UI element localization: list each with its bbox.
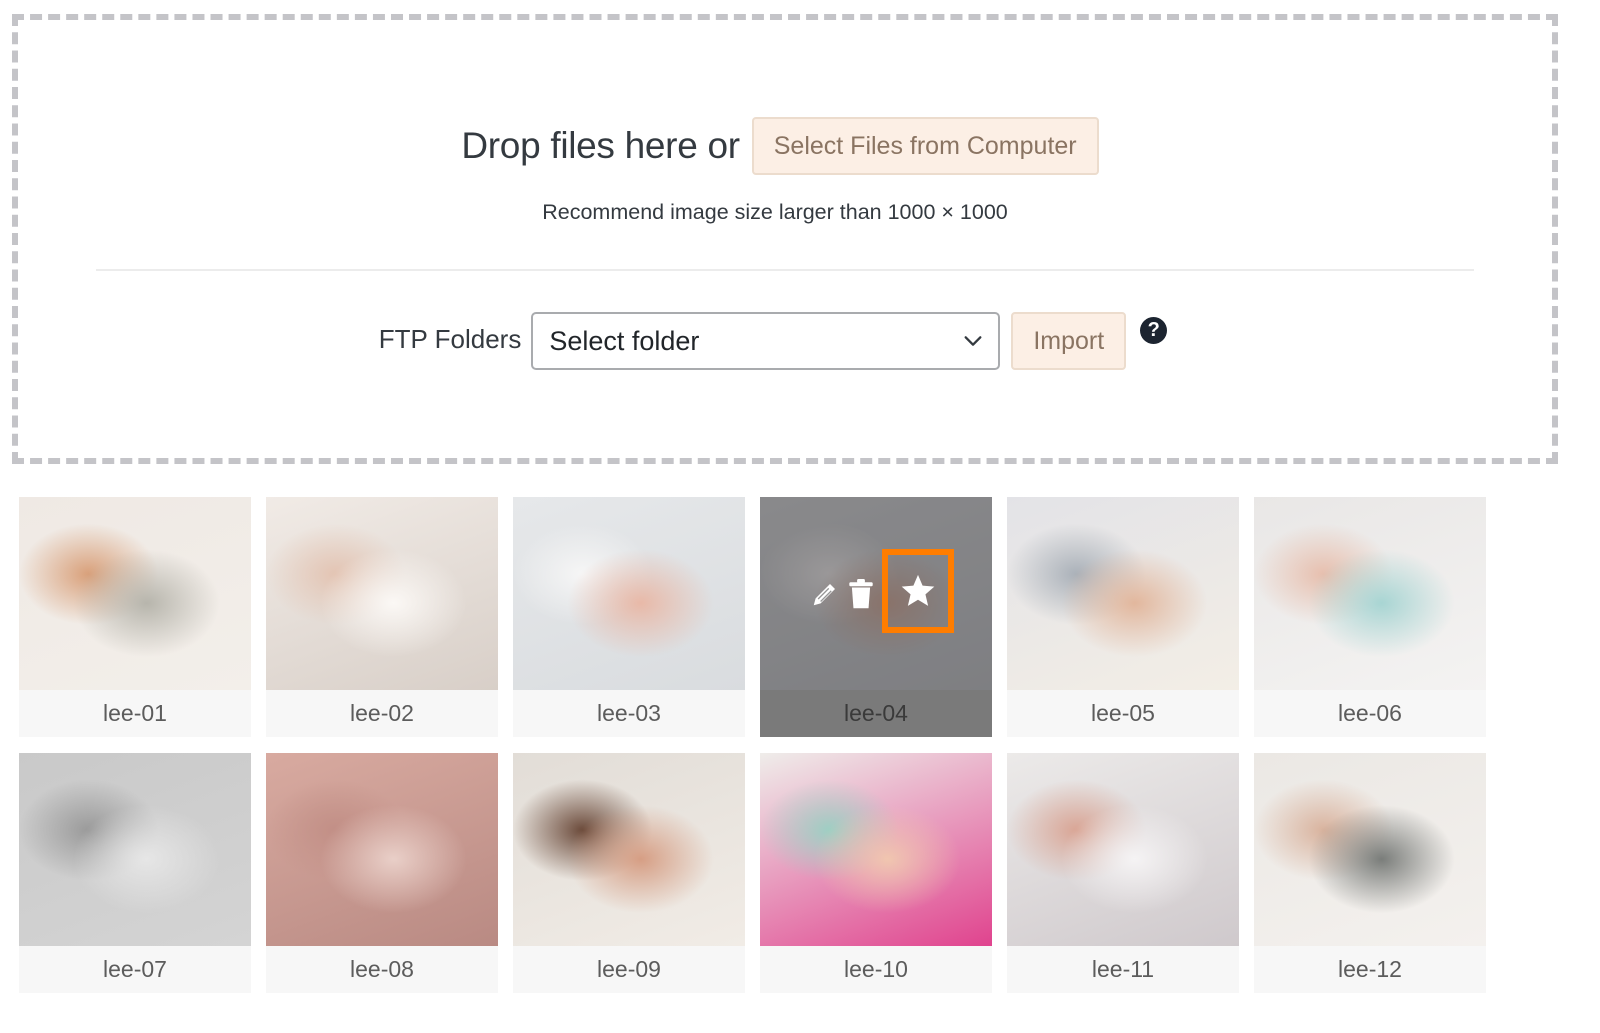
thumbnail-image[interactable] bbox=[1007, 497, 1239, 690]
select-files-button[interactable]: Select Files from Computer bbox=[751, 117, 1099, 175]
import-button[interactable]: Import bbox=[1011, 312, 1127, 370]
chevron-down-icon bbox=[964, 336, 982, 346]
thumbnail-image[interactable] bbox=[19, 497, 251, 690]
thumbnail-caption: lee-09 bbox=[513, 946, 745, 993]
thumbnail-image[interactable] bbox=[1007, 753, 1239, 946]
question-circle-icon[interactable]: ? bbox=[1140, 316, 1168, 344]
gallery-item[interactable]: lee-09 bbox=[513, 753, 745, 993]
image-size-recommendation: Recommend image size larger than 1000 × … bbox=[542, 200, 1008, 224]
gallery-item[interactable]: lee-02 bbox=[266, 497, 498, 737]
gallery-item[interactable]: lee-07 bbox=[19, 753, 251, 993]
favorite-star-button[interactable] bbox=[882, 548, 954, 633]
ftp-folders-row: FTP Folders Select folder Import ? bbox=[18, 312, 1552, 370]
thumbnail-caption: lee-01 bbox=[19, 690, 251, 737]
gallery-item[interactable]: lee-05 bbox=[1007, 497, 1239, 737]
thumbnail-caption: lee-11 bbox=[1007, 946, 1239, 993]
thumbnail-image[interactable] bbox=[1254, 497, 1486, 690]
star-icon bbox=[901, 574, 935, 606]
file-drop-zone[interactable]: Drop files here or Select Files from Com… bbox=[12, 14, 1558, 464]
gallery-item[interactable]: lee-06 bbox=[1254, 497, 1486, 737]
thumbnail-caption: lee-12 bbox=[1254, 946, 1486, 993]
thumbnail-caption: lee-03 bbox=[513, 690, 745, 737]
thumbnail-caption: lee-04 bbox=[760, 690, 992, 737]
ftp-folders-label: FTP Folders bbox=[378, 323, 522, 354]
folder-select[interactable]: Select folder bbox=[531, 312, 1001, 370]
thumbnail-image[interactable] bbox=[513, 753, 745, 946]
gallery-item[interactable]: lee-04 bbox=[760, 497, 992, 737]
thumbnail-image[interactable] bbox=[266, 753, 498, 946]
gallery-item[interactable]: lee-11 bbox=[1007, 753, 1239, 993]
thumbnail-image[interactable] bbox=[266, 497, 498, 690]
gallery-item[interactable]: lee-10 bbox=[760, 753, 992, 993]
thumbnail-caption: lee-05 bbox=[1007, 690, 1239, 737]
gallery-item[interactable]: lee-12 bbox=[1254, 753, 1486, 993]
folder-select-value: Select folder bbox=[549, 325, 700, 356]
thumbnail-image[interactable] bbox=[760, 753, 992, 946]
drop-files-text: Drop files here or bbox=[461, 125, 740, 166]
gallery-item[interactable]: lee-08 bbox=[266, 753, 498, 993]
thumbnail-image[interactable] bbox=[760, 497, 992, 690]
thumbnail-caption: lee-02 bbox=[266, 690, 498, 737]
pencil-icon[interactable] bbox=[810, 579, 840, 609]
thumbnail-caption: lee-08 bbox=[266, 946, 498, 993]
drop-row: Drop files here or Select Files from Com… bbox=[18, 117, 1552, 175]
thumbnail-caption: lee-10 bbox=[760, 946, 992, 993]
thumbnail-image[interactable] bbox=[19, 753, 251, 946]
divider bbox=[96, 269, 1474, 271]
thumbnail-caption: lee-06 bbox=[1254, 690, 1486, 737]
trash-icon[interactable] bbox=[848, 578, 874, 610]
thumbnail-image[interactable] bbox=[513, 497, 745, 690]
gallery-item[interactable]: lee-01 bbox=[19, 497, 251, 737]
gallery-item[interactable]: lee-03 bbox=[513, 497, 745, 737]
thumbnail-image[interactable] bbox=[1254, 753, 1486, 946]
thumbnail-actions bbox=[760, 497, 992, 690]
thumbnail-caption: lee-07 bbox=[19, 946, 251, 993]
